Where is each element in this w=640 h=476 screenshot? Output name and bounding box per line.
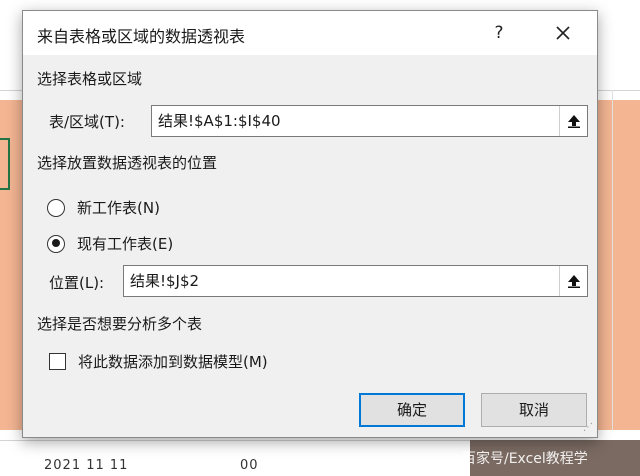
radio-existing-sheet-control[interactable] <box>47 234 65 253</box>
add-to-model-checkbox[interactable] <box>49 353 66 370</box>
radio-new-sheet-control[interactable] <box>47 198 65 217</box>
resize-grip-icon[interactable]: ⋰ <box>583 422 593 433</box>
range-input-value: 结果!$A$1:$I$40 <box>158 112 281 130</box>
add-to-model-option[interactable]: 将此数据添加到数据模型(M) <box>49 351 268 372</box>
location-collapse-button[interactable] <box>559 266 587 296</box>
selected-cell[interactable] <box>0 138 10 190</box>
location-input[interactable]: 结果!$J$2 <box>123 265 588 297</box>
add-to-model-label[interactable]: 将此数据添加到数据模型(M) <box>78 351 268 372</box>
close-button[interactable] <box>543 19 583 47</box>
dialog-titlebar[interactable]: 来自表格或区域的数据透视表 ? <box>23 11 597 55</box>
help-button[interactable]: ? <box>481 19 517 47</box>
close-icon <box>556 26 570 40</box>
section-multi-heading: 选择是否想要分析多个表 <box>37 315 203 333</box>
column-divider <box>612 90 613 430</box>
section-source-heading: 选择表格或区域 <box>37 70 143 88</box>
peek-cell-number: 00 <box>240 458 259 473</box>
collapse-arrow-icon <box>567 115 580 128</box>
radio-new-sheet[interactable]: 新工作表(N) <box>47 197 160 218</box>
ok-button[interactable]: 确定 <box>359 393 465 427</box>
cancel-button[interactable]: 取消 <box>481 393 587 427</box>
range-collapse-button[interactable] <box>559 106 587 136</box>
watermark-text: 百家号/Excel教程学 <box>462 451 588 467</box>
radio-new-sheet-label[interactable]: 新工作表(N) <box>77 197 160 218</box>
radio-existing-sheet-label[interactable]: 现有工作表(E) <box>77 233 173 254</box>
range-label: 表/区域(T): <box>49 113 125 131</box>
radio-existing-sheet[interactable]: 现有工作表(E) <box>47 233 173 254</box>
section-location-heading: 选择放置数据透视表的位置 <box>37 154 218 172</box>
pivot-table-dialog: 来自表格或区域的数据透视表 ? 选择表格或区域 表/区域(T): 结果!$A$1… <box>22 10 598 438</box>
dialog-title: 来自表格或区域的数据透视表 <box>37 27 246 46</box>
peek-cell-date: 2021 11 11 <box>44 458 129 473</box>
location-input-value: 结果!$J$2 <box>130 272 200 290</box>
location-label: 位置(L): <box>49 274 105 292</box>
collapse-arrow-icon <box>567 275 580 288</box>
range-input[interactable]: 结果!$A$1:$I$40 <box>151 105 588 137</box>
highlighted-column-right <box>598 100 640 430</box>
